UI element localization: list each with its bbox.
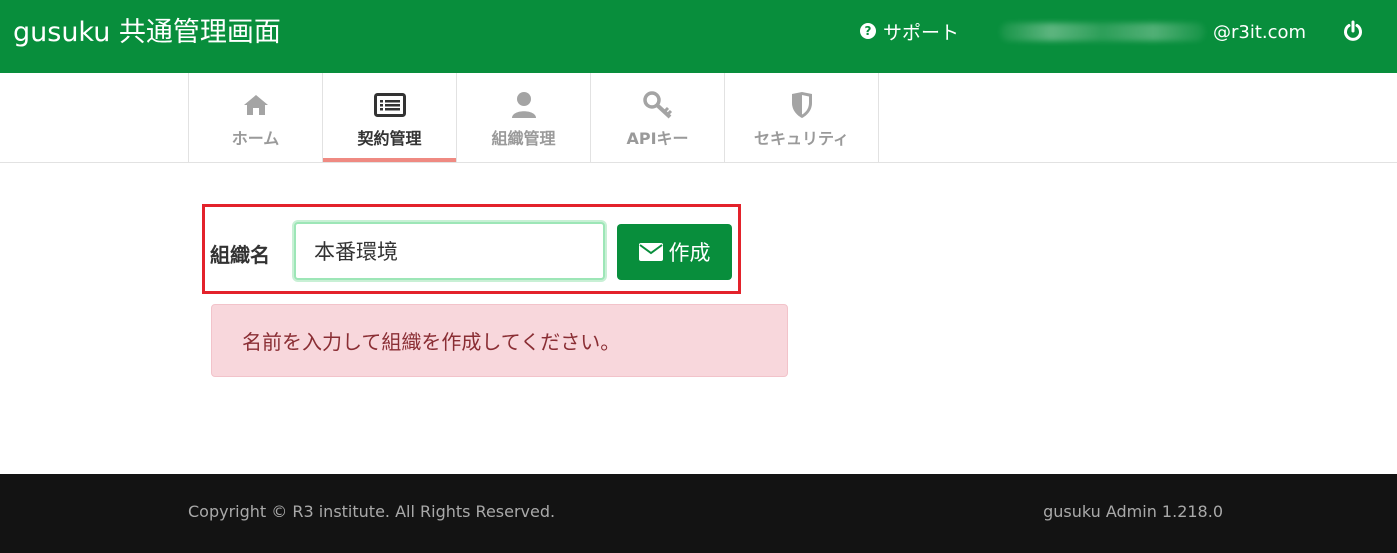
redacted-email-mask [1000,23,1205,41]
tab-home[interactable]: ホーム [188,73,322,162]
info-alert: 名前を入力して組織を作成してください。 [211,304,788,377]
tab-api-keys[interactable]: APIキー [590,73,724,162]
envelope-icon [638,243,663,261]
support-link[interactable]: ? サポート [860,18,959,44]
user-email-domain: @r3it.com [1213,21,1307,43]
tab-label: 組織管理 [491,129,556,148]
create-button[interactable]: 作成 [617,224,732,280]
user-icon [511,91,537,119]
alert-message: 名前を入力して組織を作成してください。 [242,330,621,354]
support-label: サポート [883,21,960,44]
tab-label: ホーム [231,129,280,148]
nav-tabs: ホーム 契約管理 組織管理 APIキー セキュリティ [188,73,879,162]
copyright-text: Copyright © R3 institute. All Rights Res… [188,502,556,521]
org-name-label: 組織名 [210,243,270,267]
org-name-input[interactable] [294,222,605,280]
tab-label: セキュリティ [753,129,850,148]
version-text: gusuku Admin 1.218.0 [1043,502,1223,521]
tab-contracts[interactable]: 契約管理 [322,73,456,162]
key-icon [642,91,673,119]
footer: Copyright © R3 institute. All Rights Res… [0,474,1397,553]
nav-tabbar: ホーム 契約管理 組織管理 APIキー セキュリティ [0,73,1397,163]
shield-icon [790,91,814,119]
list-icon [373,91,406,119]
home-icon [242,91,270,119]
question-icon: ? [860,23,876,39]
create-button-label: 作成 [668,241,711,265]
logout-power-icon[interactable] [1342,20,1364,42]
tab-label: APIキー [626,129,689,148]
tab-organizations[interactable]: 組織管理 [456,73,590,162]
tab-label: 契約管理 [357,129,422,148]
top-header: gusuku 共通管理画面 ? サポート @r3it.com [0,0,1397,73]
user-email[interactable]: @r3it.com [1000,20,1306,44]
tab-security[interactable]: セキュリティ [724,73,879,162]
app-title: gusuku 共通管理画面 [13,17,281,48]
